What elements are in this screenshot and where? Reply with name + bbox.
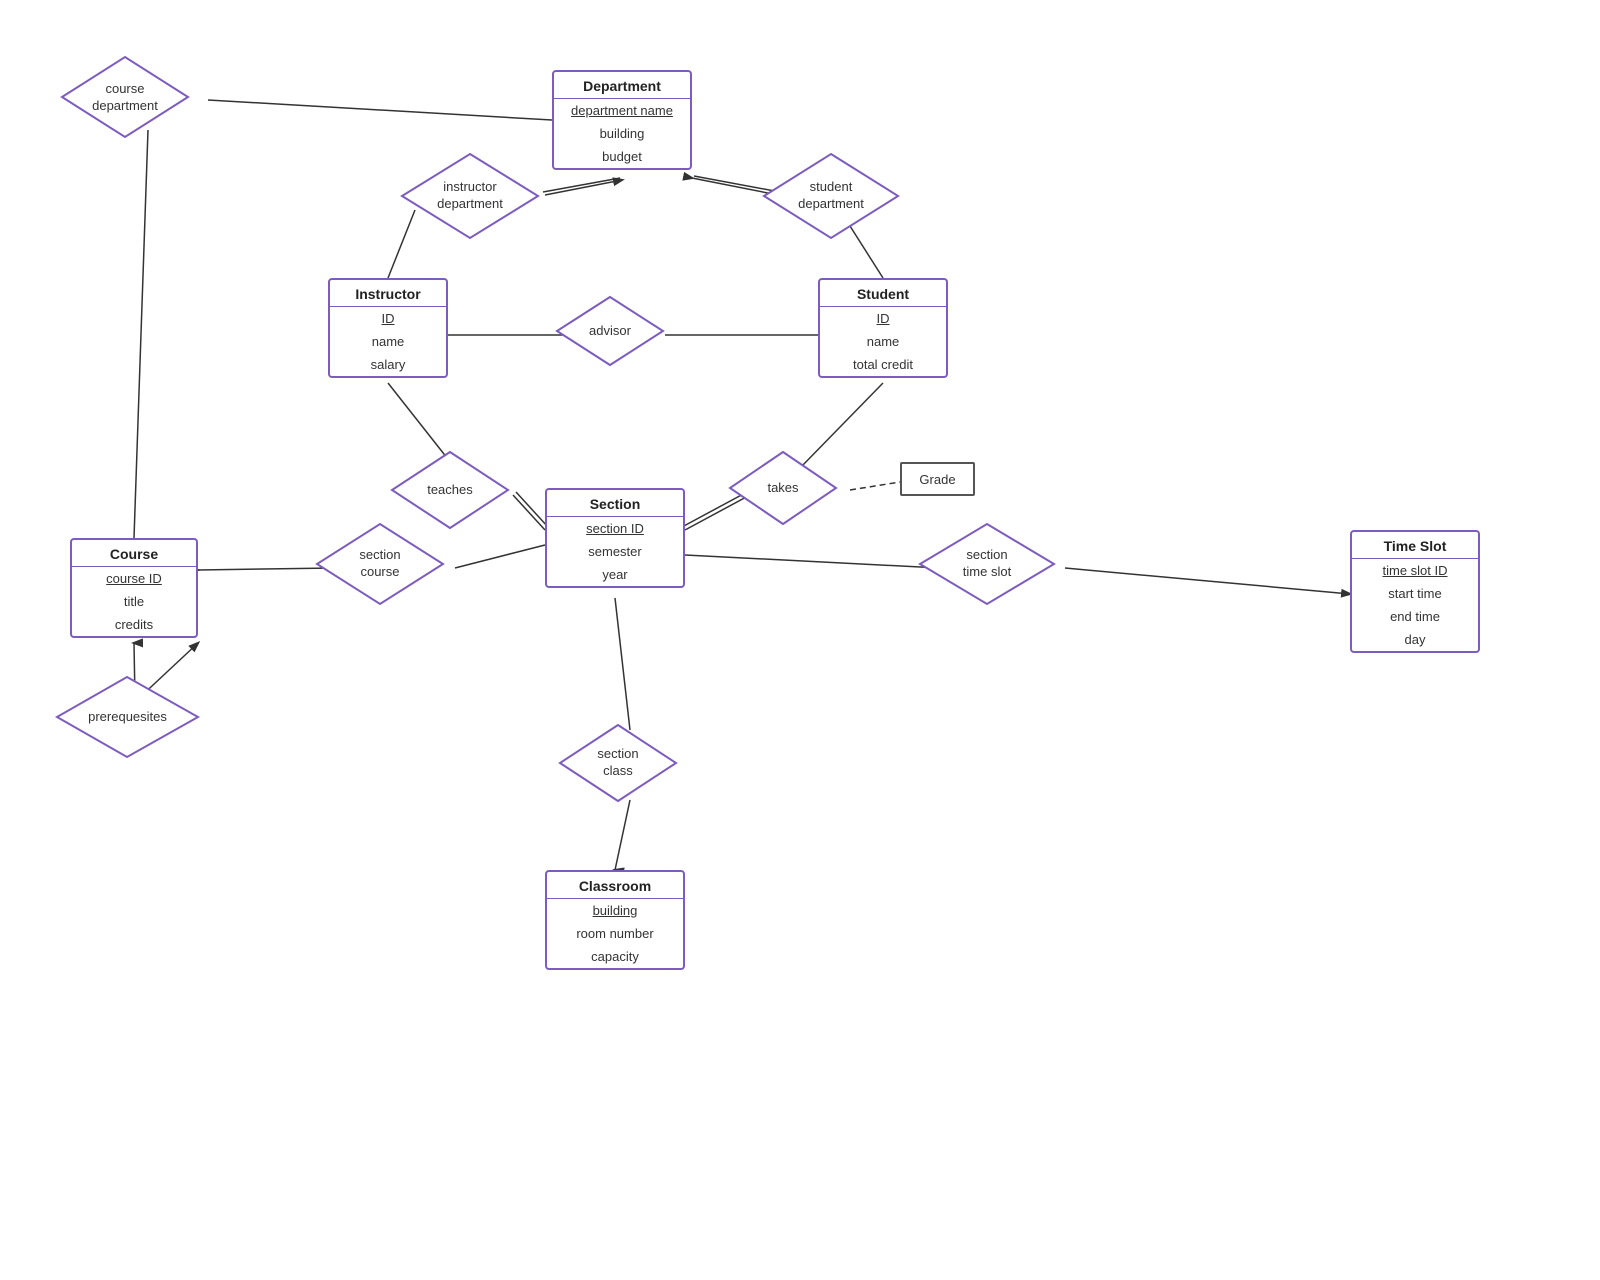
entity-section-attr-1: semester <box>547 540 683 563</box>
entity-classroom: Classroom building room number capacity <box>545 870 685 970</box>
diamond-course-department-label: coursedepartment <box>92 81 158 115</box>
entity-instructor-title: Instructor <box>330 280 446 306</box>
diamond-section-class-label: sectionclass <box>597 746 638 780</box>
diamond-section-timeslot-label: sectiontime slot <box>963 547 1011 581</box>
entity-timeslot-title: Time Slot <box>1352 532 1478 558</box>
entity-course-title: Course <box>72 540 196 566</box>
entity-timeslot-attr-0: time slot ID <box>1352 559 1478 582</box>
entity-classroom-attr-0: building <box>547 899 683 922</box>
entity-classroom-attr-1: room number <box>547 922 683 945</box>
diamond-prerequesites: prerequesites <box>55 675 200 759</box>
entity-student-attr-1: name <box>820 330 946 353</box>
entity-timeslot-attr-3: day <box>1352 628 1478 651</box>
entity-instructor-attr-2: salary <box>330 353 446 376</box>
entity-department-title: Department <box>554 72 690 98</box>
entity-section-attr-2: year <box>547 563 683 586</box>
entity-department-attr-1: building <box>554 122 690 145</box>
entity-section: Section section ID semester year <box>545 488 685 588</box>
er-diagram-canvas: Department department name building budg… <box>0 0 1600 1280</box>
entity-student: Student ID name total credit <box>818 278 948 378</box>
small-box-grade-label: Grade <box>919 472 955 487</box>
entity-course-attr-2: credits <box>72 613 196 636</box>
entity-student-attr-2: total credit <box>820 353 946 376</box>
diamond-instructor-department-label: instructordepartment <box>437 179 503 213</box>
diamond-section-course-label: sectioncourse <box>359 547 400 581</box>
diamond-instructor-department: instructordepartment <box>400 152 540 240</box>
entity-instructor-attr-1: name <box>330 330 446 353</box>
diamond-section-timeslot: sectiontime slot <box>918 522 1056 606</box>
diamond-takes-label: takes <box>767 480 798 497</box>
entity-course: Course course ID title credits <box>70 538 198 638</box>
entity-course-attr-0: course ID <box>72 567 196 590</box>
diamond-course-department: coursedepartment <box>60 55 190 140</box>
entity-department: Department department name building budg… <box>552 70 692 170</box>
diamond-prerequesites-label: prerequesites <box>88 709 167 726</box>
entity-section-attr-0: section ID <box>547 517 683 540</box>
entity-timeslot-attr-1: start time <box>1352 582 1478 605</box>
entity-course-attr-1: title <box>72 590 196 613</box>
entity-instructor-attr-0: ID <box>330 307 446 330</box>
small-box-grade: Grade <box>900 462 975 496</box>
diamond-section-course: sectioncourse <box>315 522 445 606</box>
entity-student-attr-0: ID <box>820 307 946 330</box>
entity-student-title: Student <box>820 280 946 306</box>
entity-classroom-title: Classroom <box>547 872 683 898</box>
entity-department-attr-0: department name <box>554 99 690 122</box>
entity-timeslot: Time Slot time slot ID start time end ti… <box>1350 530 1480 653</box>
diamond-teaches: teaches <box>390 450 510 530</box>
diamond-student-department: studentdepartment <box>762 152 900 240</box>
entity-department-attr-2: budget <box>554 145 690 168</box>
diamond-student-department-label: studentdepartment <box>798 179 864 213</box>
diamond-section-class: sectionclass <box>558 723 678 803</box>
diamond-teaches-label: teaches <box>427 482 473 499</box>
diamond-advisor: advisor <box>555 295 665 367</box>
entity-instructor: Instructor ID name salary <box>328 278 448 378</box>
entity-section-title: Section <box>547 490 683 516</box>
entity-timeslot-attr-2: end time <box>1352 605 1478 628</box>
diamond-takes: takes <box>728 450 838 526</box>
diamond-advisor-label: advisor <box>589 323 631 340</box>
entity-classroom-attr-2: capacity <box>547 945 683 968</box>
